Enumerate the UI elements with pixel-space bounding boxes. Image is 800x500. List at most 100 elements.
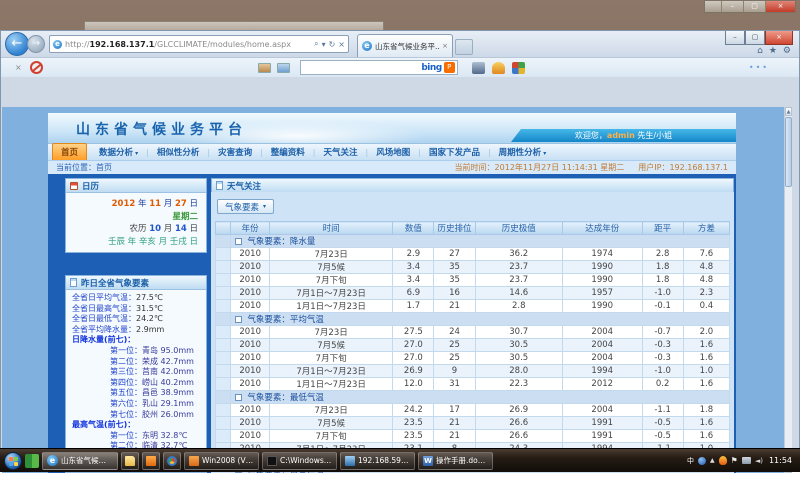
table-row[interactable]: 20101月1日～7月23日12.03122.320120.21.6 [216, 378, 730, 391]
mail-icon[interactable] [258, 63, 271, 73]
taskbar-clock[interactable]: 11:54 [769, 456, 792, 465]
element-group-row[interactable]: 气象要素：最低气温 [216, 391, 730, 404]
table-row[interactable]: 20107月下旬23.52126.61991-0.51.6 [216, 430, 730, 443]
collapse-box-icon[interactable] [235, 394, 242, 401]
volume-tray-icon[interactable]: ◄) [755, 457, 763, 465]
start-button[interactable] [4, 452, 22, 470]
toolbar-search-input[interactable]: bing P [300, 60, 458, 75]
scroll-up-arrow[interactable]: ▲ [785, 107, 792, 116]
nav-item-8[interactable]: 国家下发产品 [421, 144, 488, 160]
taskbar-button-4[interactable]: 192.168.59.99... [340, 452, 415, 470]
minimize-button[interactable]: – [725, 31, 745, 45]
collapse-box-icon[interactable] [235, 316, 242, 323]
forward-button[interactable]: → [27, 35, 45, 53]
element-filter-button[interactable]: 气象要素 ▾ [217, 199, 274, 214]
new-tab-button[interactable] [455, 39, 473, 55]
column-header[interactable]: 数值 [393, 222, 434, 235]
toolbar-close-icon[interactable]: × [15, 63, 22, 72]
table-row[interactable]: 20107月5候27.02530.52004-0.31.6 [216, 339, 730, 352]
collapse-box-icon[interactable] [235, 472, 242, 473]
close-button[interactable]: × [765, 31, 793, 45]
table-cell: 3.4 [393, 274, 434, 287]
nav-item-6[interactable]: 天气关注 [316, 144, 366, 160]
home-icon[interactable]: ⌂ [757, 46, 763, 56]
taskbar-orange-app-icon[interactable] [142, 452, 160, 470]
filter-dropdown-icon: ▾ [263, 203, 266, 210]
background-maximize-button[interactable]: ▢ [743, 1, 765, 12]
toolbar-pet-icon[interactable] [492, 62, 505, 74]
taskbar-button-1[interactable]: e山东省气候业... [42, 452, 118, 470]
element-group-row[interactable]: 气象要素：平均气温 [216, 313, 730, 326]
table-row[interactable]: 20107月23日2.92736.219742.87.6 [216, 248, 730, 261]
table-row[interactable]: 20107月5候3.43523.719901.84.8 [216, 261, 730, 274]
expand-cell[interactable] [216, 235, 231, 248]
table-row[interactable]: 20107月下旬3.43523.719901.84.8 [216, 274, 730, 287]
tray-expand-icon[interactable]: ▲ [710, 457, 715, 464]
action-center-flag-icon[interactable]: ⚑ [731, 456, 738, 465]
page-scrollbar[interactable]: ▲ ▼ [784, 107, 792, 473]
network-tray-icon[interactable] [742, 457, 751, 464]
antivirus-tray-icon[interactable] [698, 457, 706, 465]
taskbar-browser-app-icon[interactable] [163, 452, 181, 470]
favorites-star-icon[interactable]: ★ [769, 46, 777, 56]
toolbar-games-icon[interactable] [512, 62, 525, 74]
expand-cell[interactable] [216, 391, 231, 404]
scrollbar-thumb[interactable] [785, 117, 792, 187]
tab-close-icon[interactable]: × [442, 42, 448, 50]
nav-item-2[interactable]: 数据分析 ▾ [91, 144, 146, 160]
breadcrumb: 当前位置：首页 [56, 162, 112, 173]
table-row[interactable]: 20107月23日24.21726.92004-1.11.8 [216, 404, 730, 417]
table-row[interactable]: 20107月1日～7月23日6.91614.61957-1.02.3 [216, 287, 730, 300]
toolbar-more-icon[interactable]: ••• [749, 63, 769, 72]
ime-indicator[interactable]: 中 [687, 456, 694, 466]
settings-gear-icon[interactable]: ⚙ [783, 46, 791, 56]
url-path: /GLCCLIMATE/modules/home.aspx [154, 40, 291, 49]
background-close-button[interactable]: × [765, 1, 795, 12]
nav-item-3[interactable]: 相似性分析 [149, 144, 208, 160]
address-bar[interactable]: e http://192.168.137.1/GLCCLIMATE/module… [49, 35, 349, 53]
table-row[interactable]: 20107月23日27.52430.72004-0.72.0 [216, 326, 730, 339]
toolbar-camera-icon[interactable] [472, 62, 485, 74]
maximize-button[interactable]: ▢ [745, 31, 765, 45]
nav-item-5[interactable]: 整编资料 [263, 144, 313, 160]
message-icon[interactable] [277, 63, 290, 73]
element-group-row[interactable]: 气象要素：降水量 [216, 235, 730, 248]
background-minimize-button[interactable]: – [721, 1, 743, 12]
column-header[interactable]: 历史排位 [434, 222, 475, 235]
table-row[interactable]: 20101月1日～7月23日1.7212.81990-0.10.4 [216, 300, 730, 313]
yesterday-body: 全省日平均气温：27.5℃全省日最高气温：31.5℃全省日最低气温：24.2℃全… [66, 290, 206, 473]
taskbar-explorer-icon[interactable] [121, 452, 139, 470]
column-header[interactable]: 距平 [642, 222, 683, 235]
column-header[interactable]: 达成年份 [562, 222, 642, 235]
column-header[interactable]: 历史极值 [475, 222, 562, 235]
browser-tab[interactable]: e 山东省气候业务平... × [357, 34, 453, 57]
taskbar-button-2[interactable]: Win2008 (VS2... [184, 452, 259, 470]
group-label-cell: 气象要素：降水量 [231, 235, 730, 248]
table-cell: 0.2 [642, 378, 683, 391]
weekday: 星期二 [70, 211, 198, 224]
nav-item-1[interactable]: 首页 [52, 143, 87, 161]
column-header[interactable]: 年份 [231, 222, 270, 235]
expand-cell[interactable] [216, 313, 231, 326]
table-row[interactable]: 20107月5候23.52126.61991-0.51.6 [216, 417, 730, 430]
nav-item-7[interactable]: 风场地图 [368, 144, 418, 160]
taskbar-button-5[interactable]: W操作手册.docx ... [418, 452, 493, 470]
stop-icon[interactable]: × [338, 40, 345, 49]
address-dropdown-icon[interactable]: ▾ [322, 40, 326, 49]
download-tray-icon[interactable] [719, 456, 727, 465]
table-cell: 1.6 [683, 378, 729, 391]
taskbar-button-3[interactable]: C:\Windows\s... [262, 452, 337, 470]
table-cell: 4.8 [683, 261, 729, 274]
collapse-box-icon[interactable] [235, 238, 242, 245]
column-header[interactable]: 时间 [269, 222, 392, 235]
table-row[interactable]: 20107月下旬27.02530.52004-0.31.6 [216, 352, 730, 365]
quicklaunch-app-icon[interactable] [25, 454, 39, 468]
search-icon[interactable]: ⌕ [314, 39, 318, 49]
refresh-icon[interactable]: ↻ [329, 40, 336, 49]
column-header[interactable]: 方差 [683, 222, 729, 235]
nav-item-4[interactable]: 灾害查询 [210, 144, 260, 160]
table-row[interactable]: 20107月1日～7月23日26.9928.01994-1.01.0 [216, 365, 730, 378]
back-button[interactable]: ← [5, 32, 29, 56]
nav-item-9[interactable]: 周期性分析 ▾ [491, 144, 555, 160]
blocker-icon[interactable] [30, 61, 43, 74]
